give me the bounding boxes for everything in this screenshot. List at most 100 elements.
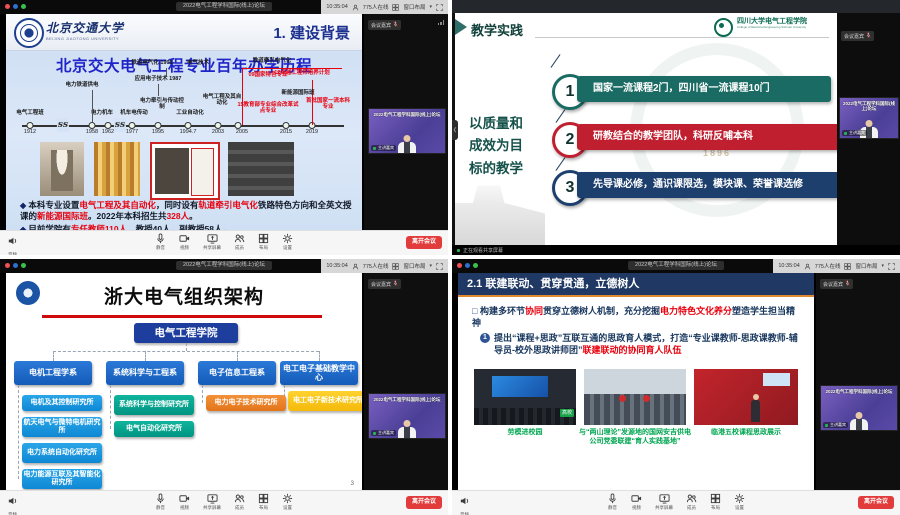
chevron-down-icon: [429, 263, 432, 269]
event-photo-3: [694, 369, 798, 425]
meeting-window-moral: 2022电气工程学科国际(线上)论坛 10:35:04 775人在线 窗口布局 …: [452, 259, 900, 515]
timeline-label: 电力机车: [91, 110, 113, 116]
close-button[interactable]: [457, 263, 462, 268]
speaker-figure: [398, 427, 416, 438]
layout-button[interactable]: 布局: [258, 493, 269, 511]
shared-screen-stage: 2.1 联建联动、贯穿贯通，立德树人 构建多环节协同贯穿立德树人机制，充分挖掘电…: [452, 273, 816, 491]
speaker-head: [404, 420, 411, 427]
sidebar-collapse-handle[interactable]: [452, 120, 458, 140]
connector: [556, 109, 566, 123]
thumbnail-name-badge: 主讲嘉宾: [371, 145, 396, 151]
shared-screen-stage: 浙大电气组织架构 电气工程学院 电机工程学系 系统科学与工程系 电子信息工程系 …: [0, 273, 364, 491]
share-status-icon: [457, 249, 460, 252]
leave-meeting-button[interactable]: 离开会议: [406, 496, 442, 509]
fullscreen-icon[interactable]: [436, 263, 443, 270]
speaker-video-thumbnail[interactable]: 2022电气工程学科国际(线上)论坛 主讲嘉宾: [839, 97, 899, 139]
members-button[interactable]: 成员: [234, 233, 245, 251]
window-controls: [457, 263, 478, 268]
org-connector: [53, 351, 319, 352]
minimize-button[interactable]: [13, 4, 18, 9]
layout-switcher[interactable]: 窗口布局: [403, 262, 425, 270]
meeting-title: 2022电气工程学科国际(线上)论坛: [176, 2, 272, 11]
timeline-node: [27, 122, 34, 129]
milestone-line: [242, 68, 342, 69]
settings-button[interactable]: 设置: [282, 233, 293, 251]
mic-muted-icon: [393, 280, 398, 288]
members-button[interactable]: 成员: [686, 493, 697, 511]
maximize-button[interactable]: [21, 263, 26, 268]
share-screen-button[interactable]: 共享屏幕: [203, 233, 221, 251]
participants-count[interactable]: 775人在线: [363, 3, 389, 11]
org-institute: 电力电子技术研究所: [206, 395, 286, 411]
layout-switcher[interactable]: 窗口布局: [403, 3, 425, 11]
layout-button[interactable]: 布局: [710, 493, 721, 511]
minimize-button[interactable]: [13, 263, 18, 268]
close-button[interactable]: [5, 263, 10, 268]
org-institute: 系统科学与控制研究所: [114, 395, 194, 415]
share-screen-icon: [207, 233, 218, 244]
close-button[interactable]: [5, 4, 10, 9]
bjtu-logo-cn: 北京交通大学: [46, 19, 124, 36]
forum-banner: 2022电气工程学科国际(线上)论坛: [371, 112, 443, 117]
speaker-video-thumbnail[interactable]: 2022电气工程学科国际(线上)论坛 主讲嘉宾: [368, 108, 446, 154]
video-button[interactable]: 视频: [179, 233, 190, 251]
members-icon: [234, 493, 245, 504]
minimize-button[interactable]: [465, 263, 470, 268]
fullscreen-icon[interactable]: [888, 263, 895, 270]
layout-button[interactable]: 布局: [258, 233, 269, 251]
paragraph-1: 构建多环节协同贯穿立德树人机制，充分挖掘电力特色文化养分塑造学生担当精神: [472, 305, 802, 329]
mute-button[interactable]: 静音: [155, 493, 166, 511]
settings-button[interactable]: 设置: [282, 493, 293, 511]
participants-count[interactable]: 775人在线: [815, 262, 841, 270]
timeline-year: 1995: [152, 129, 164, 135]
speaker-icon: [7, 233, 18, 251]
shared-screen-stage: 北京交通大学 BEIJING JIAOTONG UNIVERSITY 1. 建设…: [0, 14, 364, 231]
share-screen-button[interactable]: 共享屏幕: [655, 493, 673, 511]
window-titlebar: 2022电气工程学科国际(线上)论坛 10:35:04 775人在线 窗口布局: [0, 0, 448, 14]
layout-switcher[interactable]: 窗口布局: [855, 262, 877, 270]
maximize-button[interactable]: [473, 263, 478, 268]
speaker-name-badge: 会议嘉宾: [820, 279, 853, 289]
window-controls: [5, 4, 26, 9]
timeline-break: [57, 118, 69, 132]
audio-device-button[interactable]: 音频: [7, 233, 18, 255]
leave-meeting-button[interactable]: 离开会议: [406, 236, 442, 249]
participants-count[interactable]: 775人在线: [363, 262, 389, 270]
speaker-figure: [398, 142, 416, 153]
event-photo-2: [584, 369, 686, 425]
milestone-label: 新能源国际班: [281, 90, 314, 96]
members-button[interactable]: 成员: [234, 493, 245, 511]
history-photo: [150, 142, 220, 200]
fullscreen-icon[interactable]: [436, 4, 443, 11]
speaker-figure: [850, 419, 868, 430]
leave-meeting-button[interactable]: 离开会议: [858, 496, 894, 509]
timeline-year: 1977: [126, 129, 138, 135]
share-screen-button[interactable]: 共享屏幕: [203, 493, 221, 511]
timeline-year: 1958: [86, 129, 98, 135]
timeline-year: 1962: [102, 129, 114, 135]
video-button[interactable]: 视频: [179, 493, 190, 511]
window-controls: [5, 263, 26, 268]
audio-on-icon: [373, 147, 376, 150]
speaker-video-thumbnail[interactable]: 2022电气工程学科国际(线上)论坛 主讲嘉宾: [368, 393, 446, 439]
toolbar-buttons: 静音 视频 共享屏幕 成员 布局 设置: [155, 233, 293, 251]
speaker-video-thumbnail[interactable]: 2022电气工程学科国际(线上)论坛 主讲嘉宾: [820, 385, 898, 431]
meeting-time: 10:35:04: [326, 4, 347, 10]
mute-button[interactable]: 静音: [607, 493, 618, 511]
timeline-label: 铁道电气化 1995: [131, 60, 172, 66]
mic-icon: [155, 493, 166, 504]
milestone-line: [242, 68, 243, 125]
mute-button[interactable]: 静音: [155, 233, 166, 251]
milestone-label: 12卓越工程师培养计划: [274, 70, 330, 76]
maximize-button[interactable]: [21, 4, 26, 9]
meeting-toolbar: 音频 静音 视频 共享屏幕 成员 布局 设置 离开会议: [452, 490, 900, 515]
settings-button[interactable]: 设置: [734, 493, 745, 511]
audio-device-button[interactable]: 音频: [459, 493, 470, 515]
timeline-label: 电力牵引与传动控制: [139, 98, 185, 111]
page-number: 3: [351, 481, 354, 487]
audio-device-button[interactable]: 音频: [7, 493, 18, 515]
section-title: 1. 建设背景: [273, 22, 350, 43]
speaker-head: [856, 412, 863, 419]
video-button[interactable]: 视频: [631, 493, 642, 511]
header-rule: [458, 295, 814, 297]
